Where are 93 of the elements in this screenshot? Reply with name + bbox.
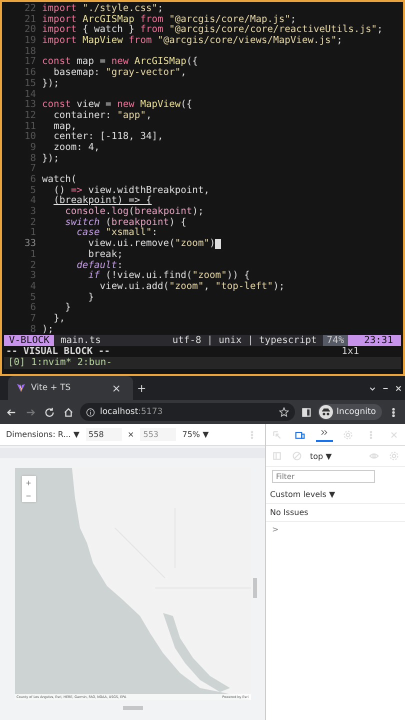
- code-line: }: [64, 303, 71, 314]
- line-number: 3: [29, 271, 37, 282]
- line-number: 1: [29, 228, 37, 238]
- code-line: map,: [52, 122, 77, 132]
- mode-indicator: V-BLOCK: [4, 335, 54, 346]
- code-line: if (!view.ui.find("zoom")) {: [87, 271, 250, 282]
- line-number: 16: [23, 68, 37, 79]
- line-number: 19: [23, 36, 37, 46]
- line-number: 7: [29, 164, 37, 174]
- code-line: switch (breakpoint) {: [64, 218, 186, 228]
- mode-message: -- VISUAL BLOCK --: [6, 346, 111, 358]
- star-icon[interactable]: [278, 407, 289, 417]
- code-line: import { watch } from "@arcgis/core/core/reactiveUtils.js";: [42, 25, 383, 36]
- line-number: 18: [23, 46, 37, 57]
- code-line: const map = new ArcGISMap({: [42, 57, 198, 68]
- context-dropdown[interactable]: top ▼: [310, 452, 332, 460]
- console-prompt[interactable]: >: [272, 525, 279, 534]
- code-line: );: [42, 324, 54, 336]
- line-number: 21: [23, 14, 37, 25]
- code-line: },: [52, 314, 66, 325]
- url-host: localhost: [100, 407, 138, 417]
- line-number: 15: [23, 78, 37, 90]
- width-field[interactable]: 558: [86, 428, 122, 441]
- code-line: import ArcGISMap from "@arcgis/core/Map.js";: [42, 14, 296, 25]
- more-tabs-button[interactable]: [316, 428, 333, 442]
- close-tab-button[interactable]: ×: [108, 382, 125, 394]
- line-number: 10: [23, 132, 37, 142]
- line-number: 11: [23, 122, 37, 132]
- code-line: break;: [87, 250, 123, 260]
- line-number: 33: [23, 239, 37, 250]
- line-number: 6: [29, 303, 37, 314]
- code-line: });: [42, 78, 60, 90]
- incognito-icon: [318, 405, 333, 419]
- line-number: 13: [23, 100, 37, 110]
- double-chevron-icon: [320, 428, 329, 436]
- line-number: 4: [29, 196, 37, 206]
- line-number: 4: [29, 282, 37, 293]
- zoom-out-button[interactable]: −: [22, 489, 36, 502]
- resize-handle[interactable]: [122, 706, 142, 710]
- code-line: console.log(breakpoint);: [64, 207, 204, 218]
- code-line: const view = new MapView({: [42, 100, 192, 110]
- cursor-position: 23:31: [348, 335, 401, 346]
- code-line: import "./style.css";: [42, 4, 164, 14]
- line-number: 8: [29, 324, 37, 336]
- line-number: 2: [29, 260, 37, 270]
- line-number: 6: [29, 175, 37, 186]
- levels-dropdown[interactable]: Custom levels ▼: [270, 490, 336, 499]
- line-number: 3: [29, 207, 37, 218]
- code-line: default:: [76, 260, 123, 270]
- line-number: 9: [29, 142, 37, 154]
- code-line: import MapView from "@arcgis/core/views/MapView.js";: [42, 36, 342, 47]
- tab-title: Vite + TS: [31, 383, 72, 393]
- code-line: });: [42, 154, 60, 164]
- line-number: 14: [23, 90, 37, 100]
- line-number: 1: [29, 250, 37, 260]
- line-number: 12: [23, 110, 37, 122]
- code-line: (breakpoint) => {: [52, 196, 152, 206]
- info-icon: [86, 408, 95, 416]
- line-number: 5: [29, 292, 37, 303]
- code-line: zoom: 4,: [52, 142, 100, 154]
- issues-text: No Issues: [266, 504, 405, 522]
- line-number: 5: [29, 186, 37, 196]
- line-number: 2: [29, 218, 37, 228]
- selection-size: 1x1: [342, 346, 360, 358]
- code-line: }: [87, 292, 94, 304]
- url-port: :5173: [138, 407, 163, 417]
- code-line: case "xsmall":: [76, 228, 158, 238]
- zoom-in-button[interactable]: +: [22, 476, 36, 489]
- line-number: 22: [23, 4, 37, 14]
- line-number: 20: [23, 25, 37, 36]
- code-line: container: "app",: [52, 110, 152, 122]
- code-line: watch(: [42, 175, 77, 186]
- new-tab-button[interactable]: +: [133, 382, 150, 394]
- profile-button[interactable]: Incognito: [318, 404, 382, 420]
- line-number: 17: [23, 57, 37, 68]
- line-number: 8: [29, 154, 37, 164]
- scroll-percent: 74%: [322, 335, 348, 346]
- address-bar[interactable]: localhost:5173: [80, 403, 295, 421]
- lightning-icon: [16, 383, 26, 393]
- code-line: center: [-118, 34],: [52, 132, 164, 143]
- file-name: main.ts: [59, 335, 102, 346]
- code-line: () => view.widthBreakpoint,: [52, 186, 210, 196]
- tmux-status-bar: [0] 1:nvim* 2:bun-: [4, 357, 401, 370]
- code-line: view.ui.add("zoom", "top-left");: [98, 282, 285, 293]
- zoom-dropdown[interactable]: 75% ▼: [182, 430, 209, 439]
- file-info: utf-8 | unix | typescript: [172, 335, 318, 346]
- times-sign: ×: [128, 430, 134, 439]
- line-number: 7: [29, 314, 37, 324]
- browser-tab[interactable]: Vite + TS ×: [8, 376, 133, 400]
- code-line: view.ui.remove("zoom"): [87, 239, 216, 250]
- resize-handle[interactable]: [253, 578, 257, 598]
- dimensions-dropdown[interactable]: Dimensions: R... ▼: [6, 430, 80, 439]
- code-line: basemap: "gray-vector",: [52, 68, 186, 78]
